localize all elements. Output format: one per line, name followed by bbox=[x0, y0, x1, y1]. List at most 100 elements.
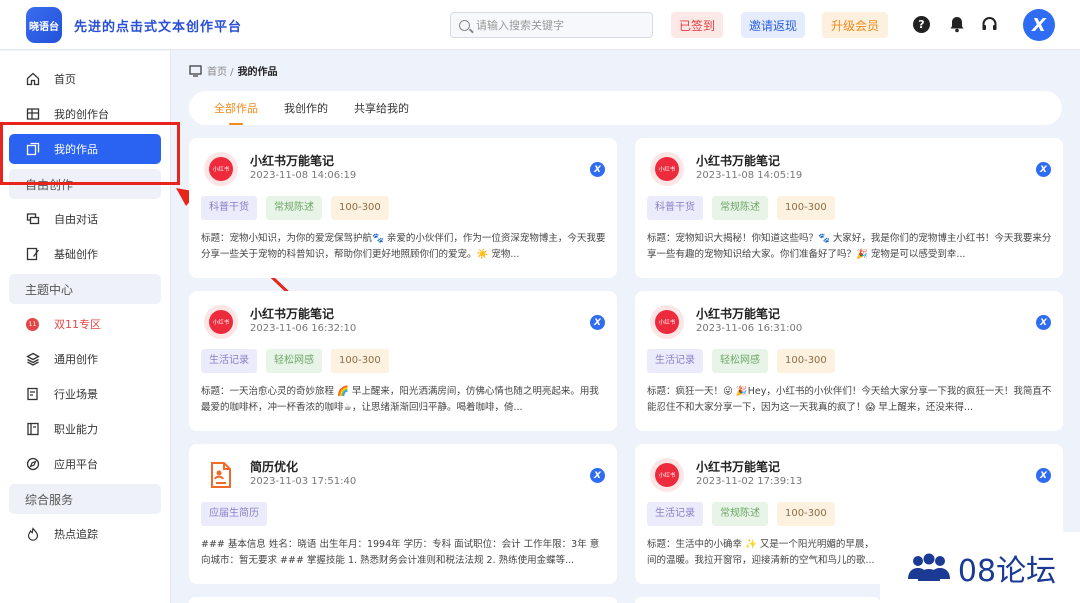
chat-icon bbox=[25, 212, 40, 227]
work-card[interactable]: 小红书 小红书万能笔记 2023-11-06 16:32:10 X 生活记录 轻… bbox=[189, 291, 617, 431]
work-card-partial[interactable] bbox=[189, 597, 617, 603]
tag: 100-300 bbox=[777, 349, 835, 373]
sidebar-item-home[interactable]: 首页 bbox=[9, 64, 161, 94]
user-avatar[interactable]: X bbox=[1023, 9, 1055, 41]
work-card[interactable]: 小红书 小红书万能笔记 2023-11-08 14:05:19 X 科普干货 常… bbox=[635, 138, 1063, 278]
sidebar-item-basic-creation[interactable]: 基础创作 bbox=[9, 239, 161, 269]
sidebar-item-label: 首页 bbox=[54, 73, 76, 86]
edit-icon bbox=[25, 247, 40, 262]
card-preview-text: 标题：宠物知识大揭秘！你知道这些吗？🐾 大家好，我是你们的宠物博主小红书！今天我… bbox=[647, 233, 1052, 260]
sidebar-item-label: 自由对话 bbox=[54, 213, 98, 226]
breadcrumb-current: 我的作品 bbox=[237, 67, 278, 78]
xiaohongshu-logo-icon: 小红书 bbox=[204, 305, 238, 339]
breadcrumb-home[interactable]: 首页 / bbox=[207, 63, 234, 78]
card-title: 小红书万能笔记 bbox=[250, 154, 335, 168]
card-date: 2023-11-06 16:31:00 bbox=[696, 323, 803, 334]
card-tags: 科普干货 常规陈述 100-300 bbox=[201, 196, 398, 220]
tag: 100-300 bbox=[331, 196, 389, 220]
sidebar-item-industry-scenes[interactable]: 行业场景 bbox=[9, 379, 161, 409]
sidebar-item-general-creation[interactable]: 通用创作 bbox=[9, 344, 161, 374]
xiaohongshu-logo-icon: 小红书 bbox=[204, 152, 238, 186]
card-title: 小红书万能笔记 bbox=[250, 307, 335, 321]
card-date: 2023-11-06 16:32:10 bbox=[250, 323, 357, 334]
tag: 100-300 bbox=[777, 502, 835, 526]
bell-icon[interactable] bbox=[948, 16, 965, 33]
tag: 应届生简历 bbox=[201, 502, 267, 526]
search-icon bbox=[459, 19, 470, 31]
search-input[interactable] bbox=[476, 18, 646, 32]
card-preview-text: 标题：一天治愈心灵的奇妙旅程 🌈 早上醒来，阳光洒满房间，仿佛心情也随之明亮起来… bbox=[201, 386, 599, 413]
tag: 100-300 bbox=[331, 349, 389, 373]
watermark-text: 08论坛 bbox=[957, 553, 1057, 589]
signed-in-button[interactable]: 已签到 bbox=[671, 12, 723, 38]
work-card-partial[interactable] bbox=[635, 597, 880, 603]
card-tags: 科普干货 常规陈述 100-300 bbox=[647, 196, 844, 220]
breadcrumb: 首页 / 我的作品 bbox=[189, 63, 278, 78]
tab-shared-with-me[interactable]: 共享给我的 bbox=[354, 100, 409, 116]
report-icon bbox=[25, 387, 40, 402]
card-preview-text: 标题：生活中的小确幸 ✨ 又是一个阳光明媚的早晨，间的温暖。我拉开窗帘，迎接清新… bbox=[647, 539, 875, 566]
sidebar-item-double-11[interactable]: 11 双11专区 bbox=[9, 309, 161, 339]
work-card[interactable]: 小红书 小红书万能笔记 2023-11-06 16:31:00 X 生活记录 轻… bbox=[635, 291, 1063, 431]
card-date: 2023-11-03 17:51:40 bbox=[250, 476, 357, 487]
tag: 科普干货 bbox=[647, 196, 703, 220]
tag: 生活记录 bbox=[647, 349, 703, 373]
app-slogan: 先进的点击式文本创作平台 bbox=[74, 20, 243, 35]
workbench-icon bbox=[25, 107, 40, 122]
tag: 常规陈述 bbox=[266, 196, 322, 220]
tag: 轻松网感 bbox=[266, 349, 322, 373]
card-tags: 生活记录 常规陈述 100-300 bbox=[647, 502, 844, 526]
xiaohongshu-logo-icon: 小红书 bbox=[650, 152, 684, 186]
works-tabs: 全部作品 我创作的 共享给我的 bbox=[189, 91, 1062, 125]
card-tags: 生活记录 轻松网感 100-300 bbox=[647, 349, 844, 373]
sidebar-item-free-chat[interactable]: 自由对话 bbox=[9, 204, 161, 234]
flame-icon bbox=[25, 527, 40, 542]
work-card[interactable]: 简历优化 2023-11-03 17:51:40 X 应届生简历 ### 基本信… bbox=[189, 444, 617, 584]
tag: 常规陈述 bbox=[712, 196, 768, 220]
section-integrated-services: 综合服务 bbox=[9, 484, 161, 514]
upgrade-membership-button[interactable]: 升级会员 bbox=[822, 12, 888, 38]
help-icon[interactable]: ? bbox=[913, 16, 930, 33]
card-title: 小红书万能笔记 bbox=[696, 307, 781, 321]
card-preview-text: ### 基本信息 姓名：晓语 出生年月：1994年 学历：专科 面试职位：会计 … bbox=[201, 539, 600, 566]
card-tags: 生活记录 轻松网感 100-300 bbox=[201, 349, 398, 373]
card-title: 小红书万能笔记 bbox=[696, 154, 781, 168]
monitor-icon bbox=[189, 64, 202, 77]
sidebar-item-label: 基础创作 bbox=[54, 248, 98, 261]
card-date: 2023-11-08 14:06:19 bbox=[250, 170, 357, 181]
card-date: 2023-11-08 14:05:19 bbox=[696, 170, 803, 181]
tab-all-works[interactable]: 全部作品 bbox=[214, 100, 258, 125]
search-box[interactable] bbox=[450, 12, 653, 38]
sidebar-item-trending[interactable]: 热点追踪 bbox=[9, 519, 161, 549]
tag: 生活记录 bbox=[647, 502, 703, 526]
sidebar-item-label: 通用创作 bbox=[54, 353, 98, 366]
tag: 科普干货 bbox=[201, 196, 257, 220]
card-title: 简历优化 bbox=[250, 460, 299, 474]
section-theme-center: 主题中心 bbox=[9, 274, 161, 304]
sidebar-item-label: 应用平台 bbox=[54, 458, 98, 471]
sidebar-item-label: 双11专区 bbox=[54, 318, 101, 331]
invite-cashback-button[interactable]: 邀请返现 bbox=[741, 12, 805, 38]
top-header: 晓语台 先进的点击式文本创作平台 已签到 邀请返现 升级会员 ? X bbox=[0, 0, 1080, 50]
resume-document-icon bbox=[204, 458, 238, 492]
card-preview-text: 标题：疯狂一天！😜 🎉Hey，小红书的小伙伴们！今天给大家分享一下我的疯狂一天！… bbox=[647, 386, 1052, 413]
double-11-icon: 11 bbox=[25, 317, 40, 332]
work-card[interactable]: 小红书 小红书万能笔记 2023-11-08 14:06:19 X 科普干货 常… bbox=[189, 138, 617, 278]
sidebar-item-app-platform[interactable]: 应用平台 bbox=[9, 449, 161, 479]
app-logo[interactable]: 晓语台 bbox=[26, 7, 62, 43]
sidebar-item-label: 我的创作台 bbox=[54, 108, 109, 121]
app-badge-icon: X bbox=[590, 162, 605, 177]
app-badge-icon: X bbox=[590, 315, 605, 330]
tag: 常规陈述 bbox=[712, 502, 768, 526]
annotation-highlight-box bbox=[0, 122, 180, 185]
sidebar-item-career-skills[interactable]: 职业能力 bbox=[9, 414, 161, 444]
tab-created-by-me[interactable]: 我创作的 bbox=[284, 100, 328, 116]
card-tags: 应届生简历 bbox=[201, 502, 276, 526]
xiaohongshu-logo-icon: 小红书 bbox=[650, 458, 684, 492]
headset-icon[interactable] bbox=[981, 16, 998, 33]
people-icon bbox=[907, 553, 950, 581]
home-icon bbox=[25, 72, 40, 87]
tag: 轻松网感 bbox=[712, 349, 768, 373]
card-date: 2023-11-02 17:39:13 bbox=[696, 476, 803, 487]
card-preview-text: 标题：宠物小知识，为你的爱宠保驾护航🐾 亲爱的小伙伴们，作为一位资深宠物博主，今… bbox=[201, 233, 606, 260]
